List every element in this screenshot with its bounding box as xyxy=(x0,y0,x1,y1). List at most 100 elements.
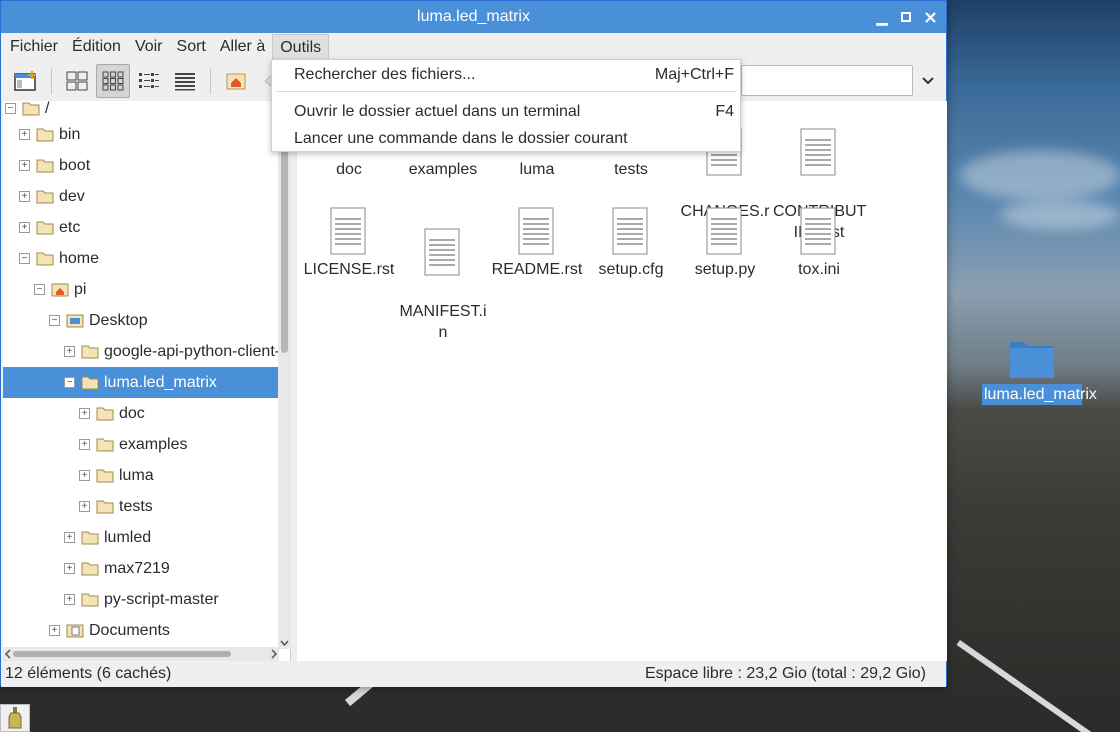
expand-icon[interactable]: + xyxy=(79,470,90,481)
tree-item-desktop[interactable]: − Desktop xyxy=(49,305,148,336)
expand-icon[interactable]: + xyxy=(79,501,90,512)
large-icons-view-icon xyxy=(66,71,88,91)
directory-tree[interactable]: − / + bin + boot + dev + etc − home − pi… xyxy=(3,101,291,661)
view-icons-button[interactable] xyxy=(60,64,94,98)
home-button[interactable] xyxy=(219,64,253,98)
expand-icon[interactable]: + xyxy=(19,191,30,202)
tree-item-boot[interactable]: + boot xyxy=(19,150,90,181)
title-bar[interactable]: luma.led_matrix ▁ xyxy=(1,1,946,33)
file-manager-window: luma.led_matrix ▁ Fichier Édition Voir S… xyxy=(0,0,947,687)
scroll-right-icon[interactable] xyxy=(269,647,279,661)
chevron-down-icon xyxy=(922,77,934,85)
menu-item-label: Lancer une commande dans le dossier cour… xyxy=(294,130,628,147)
expand-icon[interactable]: + xyxy=(64,563,75,574)
collapse-icon[interactable]: − xyxy=(64,377,75,388)
menu-voir[interactable]: Voir xyxy=(128,34,170,60)
tree-item-dev[interactable]: + dev xyxy=(19,181,85,212)
file-item-setup-py[interactable]: setup.py xyxy=(679,207,771,280)
text-file-icon xyxy=(800,207,836,255)
tree-item-max7219[interactable]: + max7219 xyxy=(64,553,170,584)
desktop-folder-icon[interactable]: luma.led_matrix xyxy=(982,338,1097,405)
path-dropdown-button[interactable] xyxy=(918,71,938,91)
collapse-icon[interactable]: − xyxy=(19,253,30,264)
menu-item-terminal[interactable]: Ouvrir le dossier actuel dans un termina… xyxy=(294,103,734,121)
tree-vertical-scrollbar[interactable] xyxy=(278,101,291,649)
tree-item-label: max7219 xyxy=(104,559,170,577)
folder-icon xyxy=(96,469,114,482)
tree-item-doc[interactable]: + doc xyxy=(79,398,145,429)
folder-icon xyxy=(96,438,114,451)
bottle-icon xyxy=(8,707,22,729)
menu-edition[interactable]: Édition xyxy=(65,34,128,60)
expand-icon[interactable]: + xyxy=(79,408,90,419)
file-item-manifest[interactable]: MANIFEST.i n xyxy=(397,207,489,343)
file-item-tox[interactable]: tox.ini xyxy=(773,207,865,280)
file-view[interactable]: doc examples luma tests CHANGES.r st CON… xyxy=(297,101,947,661)
file-label: luma xyxy=(519,161,555,178)
folder-icon xyxy=(81,531,99,544)
expand-icon[interactable]: + xyxy=(19,129,30,140)
status-item-count: 12 éléments (6 cachés) xyxy=(5,665,172,682)
expand-icon[interactable]: + xyxy=(64,594,75,605)
expand-icon[interactable]: + xyxy=(64,346,75,357)
scrollbar-thumb[interactable] xyxy=(281,143,288,353)
collapse-icon[interactable]: − xyxy=(34,284,45,295)
tree-item-label: luma.led_matrix xyxy=(104,373,217,391)
taskbar-launcher-button[interactable] xyxy=(0,704,30,732)
menu-item-rechercher[interactable]: Rechercher des fichiers... Maj+Ctrl+F xyxy=(294,66,734,84)
tree-item-bin[interactable]: + bin xyxy=(19,119,80,150)
tree-item-examples[interactable]: + examples xyxy=(79,429,187,460)
home-folder-icon xyxy=(51,283,69,296)
file-item-setup-cfg[interactable]: setup.cfg xyxy=(585,207,677,280)
scroll-left-icon[interactable] xyxy=(3,647,13,661)
new-window-icon xyxy=(14,71,36,91)
file-item-readme[interactable]: README.rst xyxy=(491,207,583,280)
tree-item-label: etc xyxy=(59,218,81,236)
menu-item-commande[interactable]: Lancer une commande dans le dossier cour… xyxy=(294,130,734,148)
small-icons-view-icon xyxy=(102,71,124,91)
menu-item-shortcut: Maj+Ctrl+F xyxy=(654,66,734,83)
expand-icon[interactable]: + xyxy=(64,532,75,543)
tree-item-lumled[interactable]: + lumled xyxy=(64,522,151,553)
tree-item-tests[interactable]: + tests xyxy=(79,491,153,522)
path-input[interactable] xyxy=(741,65,913,96)
tree-item-documents[interactable]: + Documents xyxy=(49,615,170,646)
tree-horizontal-scrollbar[interactable] xyxy=(3,647,279,661)
maximize-button[interactable] xyxy=(898,7,914,27)
minimize-button[interactable]: ▁ xyxy=(874,7,890,27)
tree-item-home[interactable]: − home xyxy=(19,243,99,274)
tree-item-py-script-master[interactable]: + py-script-master xyxy=(64,584,219,615)
menu-fichier[interactable]: Fichier xyxy=(3,34,65,60)
expand-icon[interactable]: + xyxy=(49,625,60,636)
view-thumbnails-button[interactable] xyxy=(96,64,130,98)
text-file-icon xyxy=(518,207,554,255)
menu-aller[interactable]: Aller à xyxy=(213,34,272,60)
view-list-button[interactable] xyxy=(168,64,202,98)
view-compact-button[interactable] xyxy=(132,64,166,98)
collapse-icon[interactable]: − xyxy=(49,315,60,326)
menu-outils[interactable]: Outils xyxy=(272,33,330,61)
outils-menu: Rechercher des fichiers... Maj+Ctrl+F Ou… xyxy=(271,59,741,152)
close-button[interactable] xyxy=(922,7,938,27)
folder-icon xyxy=(36,159,54,172)
new-window-button[interactable] xyxy=(9,64,43,98)
file-label: MANIFEST.i n xyxy=(399,303,487,341)
tree-item-luma-led-matrix[interactable]: − luma.led_matrix xyxy=(3,367,278,398)
expand-icon[interactable]: + xyxy=(19,160,30,171)
tree-item-google-api[interactable]: + google-api-python-client- xyxy=(64,336,280,367)
folder-icon xyxy=(81,376,99,389)
tree-item-luma[interactable]: + luma xyxy=(79,460,154,491)
folder-icon xyxy=(36,252,54,265)
expand-icon[interactable]: + xyxy=(79,439,90,450)
folder-icon xyxy=(81,562,99,575)
scrollbar-thumb[interactable] xyxy=(13,651,231,657)
menu-item-shortcut: F4 xyxy=(715,103,734,120)
expand-icon[interactable]: + xyxy=(19,222,30,233)
tree-item-pi[interactable]: − pi xyxy=(34,274,86,305)
scroll-down-icon[interactable] xyxy=(278,637,291,649)
file-item-license[interactable]: LICENSE.rst xyxy=(303,207,395,280)
tree-item-etc[interactable]: + etc xyxy=(19,212,80,243)
folder-icon xyxy=(96,407,114,420)
menu-sort[interactable]: Sort xyxy=(170,34,213,60)
collapse-icon[interactable]: − xyxy=(5,103,16,114)
